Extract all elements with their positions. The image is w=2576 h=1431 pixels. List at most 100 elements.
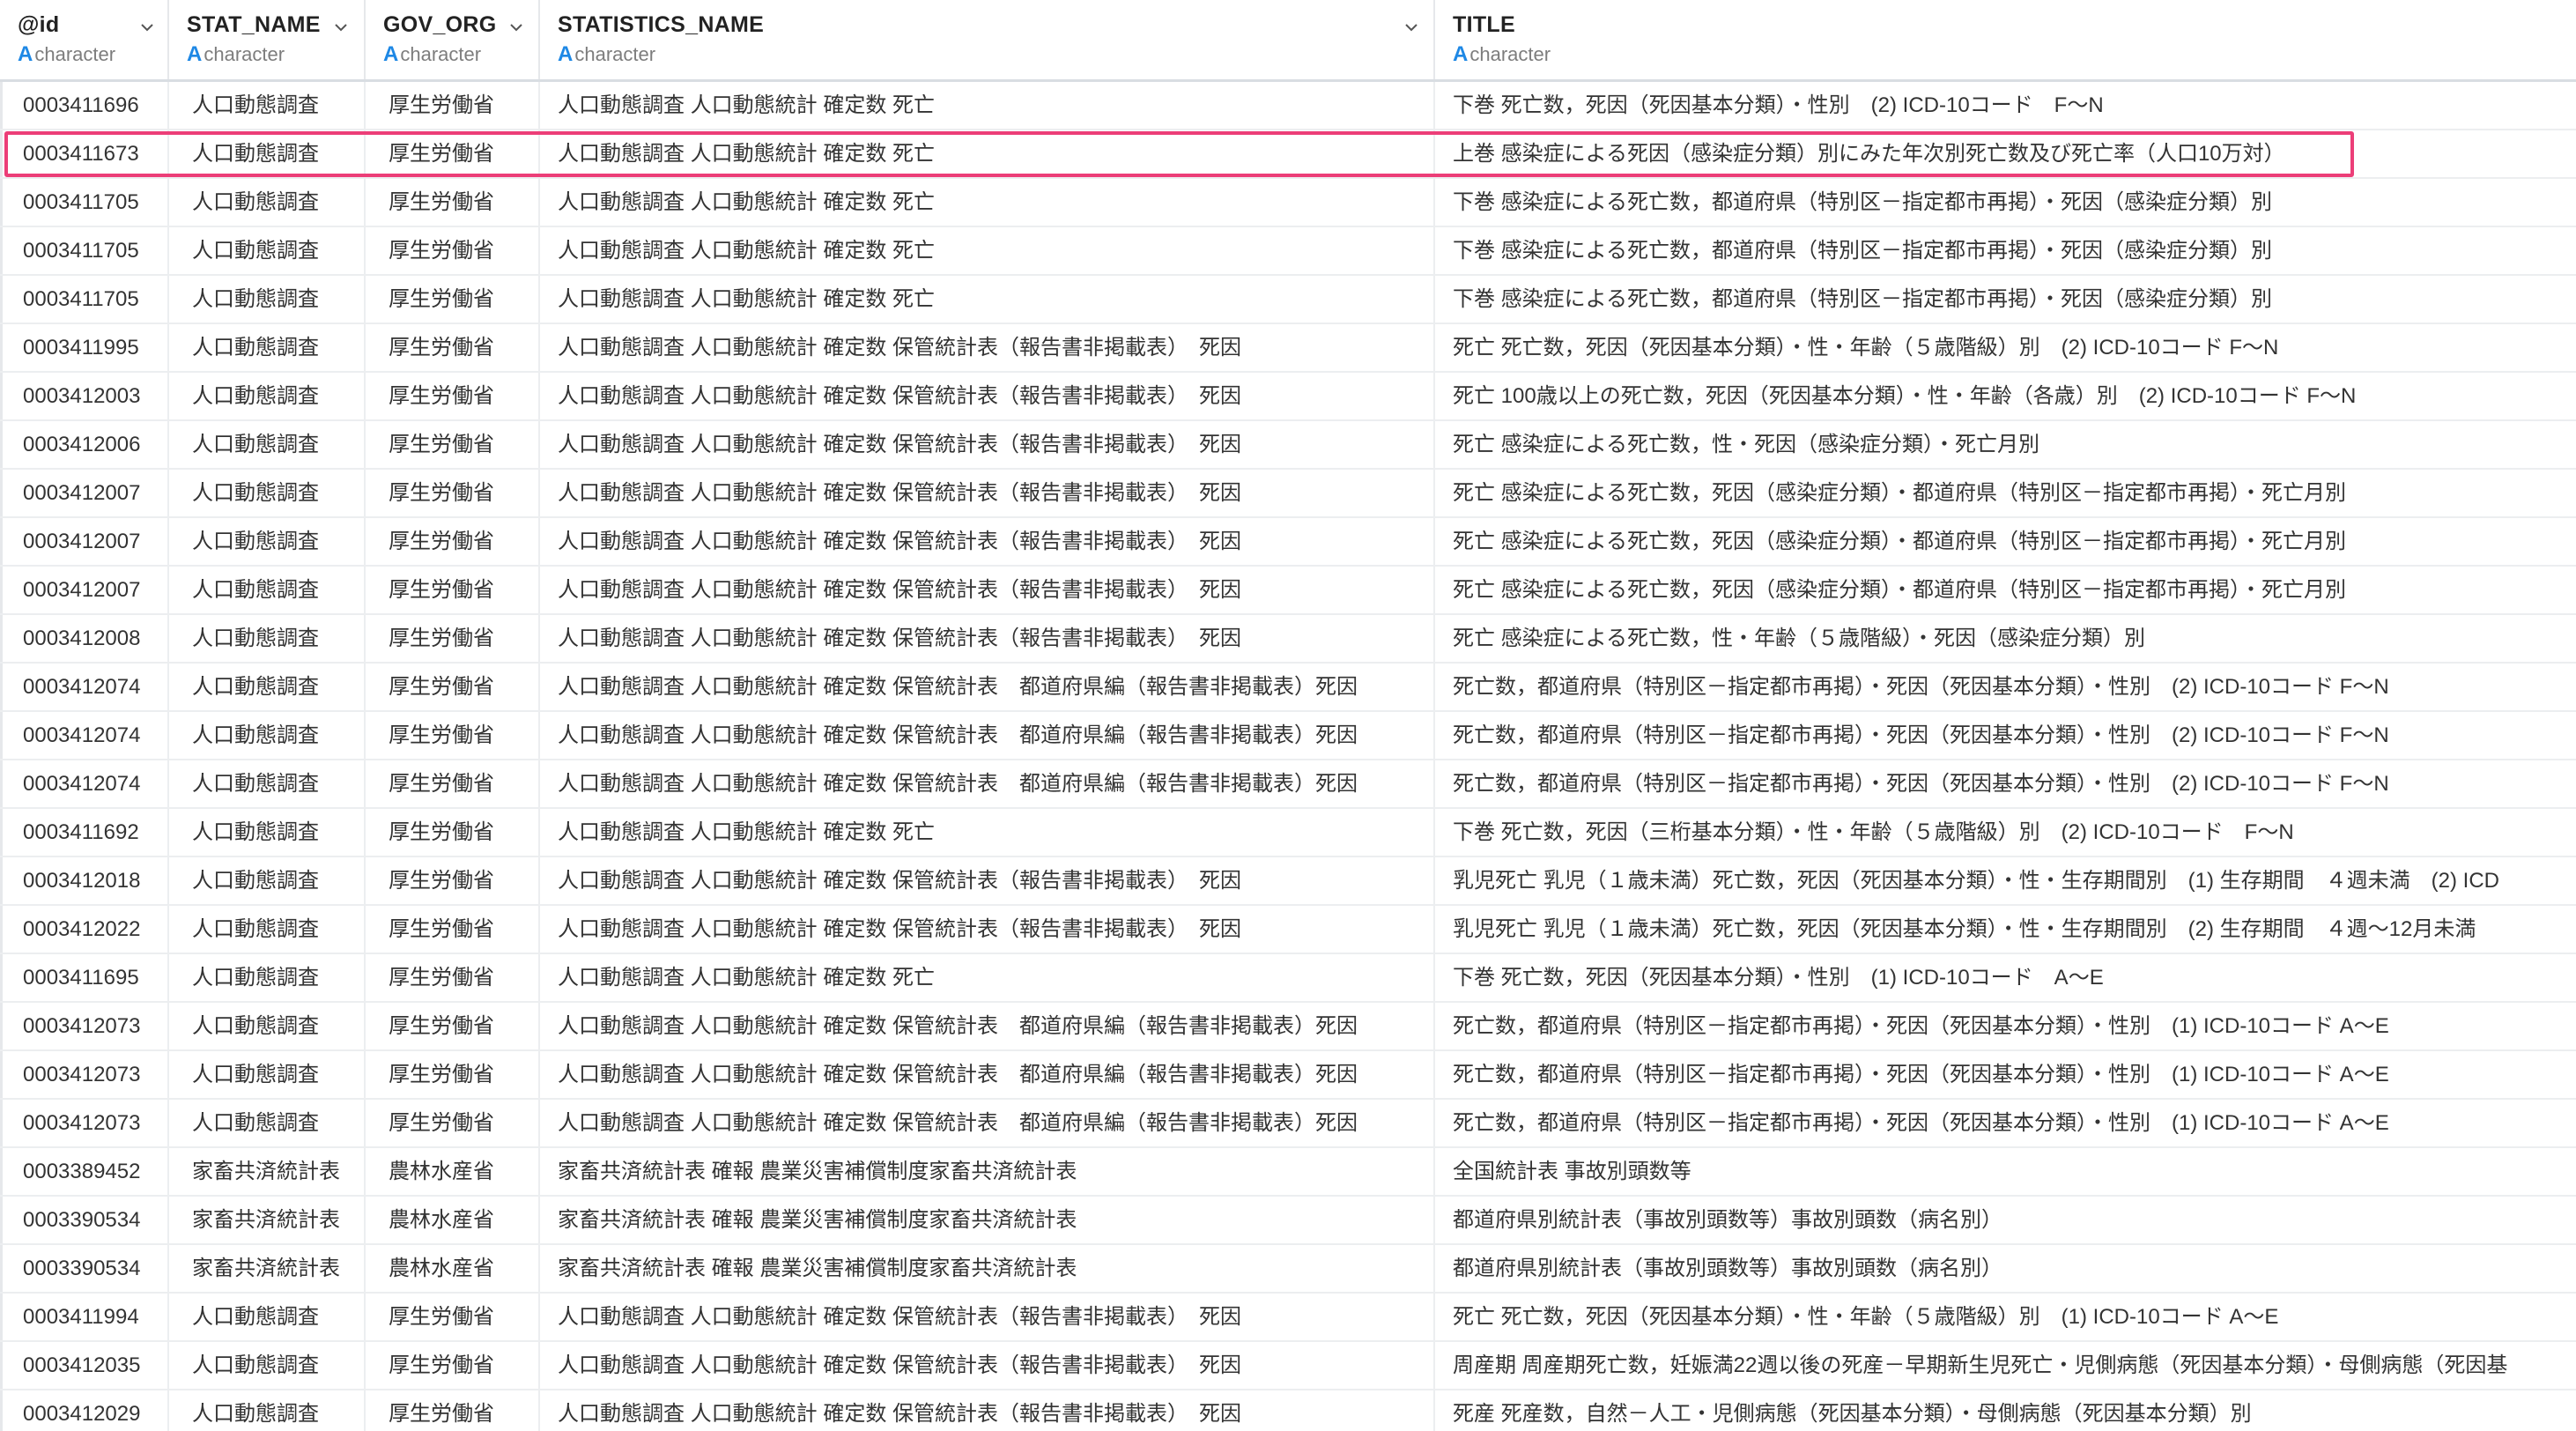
cell-gov-org[interactable]: 農林水産省 [366, 1148, 540, 1195]
cell-stat-name[interactable]: 人口動態調査 [169, 567, 366, 613]
table-row[interactable]: 0003411696 人口動態調査 厚生労働省 人口動態調査 人口動態統計 確定数 死… [0, 82, 2576, 130]
cell-id[interactable]: 0003412006 [0, 421, 169, 468]
cell-gov-org[interactable]: 厚生労働省 [366, 1051, 540, 1098]
column-header-title[interactable]: TITLE Acharacter [1435, 0, 2576, 79]
cell-gov-org[interactable]: 厚生労働省 [366, 760, 540, 807]
cell-stat-name[interactable]: 人口動態調査 [169, 470, 366, 516]
cell-title[interactable]: 乳児死亡 乳児（１歳未満）死亡数，死因（死因基本分類）・性・生存期間別 (2) … [1435, 906, 2576, 953]
cell-stat-name[interactable]: 人口動態調査 [169, 1100, 366, 1146]
table-row[interactable]: 0003412018 人口動態調査 厚生労働省 人口動態調査 人口動態統計 確定数 保… [0, 857, 2576, 906]
cell-id[interactable]: 0003411692 [0, 809, 169, 856]
cell-statistics-name[interactable]: 人口動態調査 人口動態統計 確定数 保管統計表 都道府県編（報告書非掲載表）死因 [540, 760, 1435, 807]
table-row[interactable]: 0003412074 人口動態調査 厚生労働省 人口動態調査 人口動態統計 確定数 保… [0, 664, 2576, 712]
cell-title[interactable]: 死亡数，都道府県（特別区－指定都市再掲）・死因（死因基本分類）・性別 (2) I… [1435, 760, 2576, 807]
cell-id[interactable]: 0003412035 [0, 1342, 169, 1389]
cell-gov-org[interactable]: 厚生労働省 [366, 470, 540, 516]
cell-title[interactable]: 死亡 感染症による死亡数，死因（感染症分類）・都道府県（特別区－指定都市再掲）・… [1435, 470, 2576, 516]
cell-stat-name[interactable]: 人口動態調査 [169, 906, 366, 953]
cell-stat-name[interactable]: 家畜共済統計表 [169, 1148, 366, 1195]
cell-title[interactable]: 死亡数，都道府県（特別区－指定都市再掲）・死因（死因基本分類）・性別 (2) I… [1435, 664, 2576, 710]
cell-statistics-name[interactable]: 人口動態調査 人口動態統計 確定数 保管統計表 都道府県編（報告書非掲載表）死因 [540, 1051, 1435, 1098]
cell-gov-org[interactable]: 厚生労働省 [366, 567, 540, 613]
cell-stat-name[interactable]: 人口動態調査 [169, 1342, 366, 1389]
table-row[interactable]: 0003412073 人口動態調査 厚生労働省 人口動態調査 人口動態統計 確定数 保… [0, 1051, 2576, 1100]
cell-id[interactable]: 0003412022 [0, 906, 169, 953]
table-row[interactable]: 0003412008 人口動態調査 厚生労働省 人口動態調査 人口動態統計 確定数 保… [0, 615, 2576, 664]
column-header-id[interactable]: @id Acharacter [0, 0, 169, 79]
cell-stat-name[interactable]: 人口動態調査 [169, 615, 366, 662]
cell-title[interactable]: 全国統計表 事故別頭数等 [1435, 1148, 2576, 1195]
cell-statistics-name[interactable]: 人口動態調査 人口動態統計 確定数 保管統計表（報告書非掲載表） 死因 [540, 1294, 1435, 1340]
column-header-gov-org[interactable]: GOV_ORG Acharacter [366, 0, 540, 79]
cell-gov-org[interactable]: 厚生労働省 [366, 1100, 540, 1146]
cell-title[interactable]: 下巻 死亡数，死因（死因基本分類）・性別 (1) ICD-10コード A～E [1435, 954, 2576, 1001]
cell-stat-name[interactable]: 人口動態調査 [169, 712, 366, 759]
table-row[interactable]: 0003411705 人口動態調査 厚生労働省 人口動態調査 人口動態統計 確定数 死… [0, 276, 2576, 324]
cell-stat-name[interactable]: 人口動態調査 [169, 809, 366, 856]
cell-id[interactable]: 0003412073 [0, 1051, 169, 1098]
cell-stat-name[interactable]: 人口動態調査 [169, 421, 366, 468]
chevron-down-icon[interactable] [333, 19, 349, 35]
cell-statistics-name[interactable]: 人口動態調査 人口動態統計 確定数 保管統計表（報告書非掲載表） 死因 [540, 373, 1435, 419]
cell-id[interactable]: 0003390534 [0, 1245, 169, 1292]
cell-title[interactable]: 都道府県別統計表（事故別頭数等）事故別頭数（病名別） [1435, 1197, 2576, 1243]
cell-gov-org[interactable]: 厚生労働省 [366, 906, 540, 953]
cell-statistics-name[interactable]: 人口動態調査 人口動態統計 確定数 保管統計表（報告書非掲載表） 死因 [540, 1390, 1435, 1431]
cell-statistics-name[interactable]: 人口動態調査 人口動態統計 確定数 保管統計表（報告書非掲載表） 死因 [540, 567, 1435, 613]
cell-statistics-name[interactable]: 人口動態調査 人口動態統計 確定数 死亡 [540, 130, 1435, 177]
cell-title[interactable]: 死亡数，都道府県（特別区－指定都市再掲）・死因（死因基本分類）・性別 (1) I… [1435, 1100, 2576, 1146]
cell-gov-org[interactable]: 厚生労働省 [366, 421, 540, 468]
cell-title[interactable]: 周産期 周産期死亡数，妊娠満22週以後の死産－早期新生児死亡・児側病態（死因基本… [1435, 1342, 2576, 1389]
cell-stat-name[interactable]: 人口動態調査 [169, 324, 366, 371]
table-row[interactable]: 0003411705 人口動態調査 厚生労働省 人口動態調査 人口動態統計 確定数 死… [0, 227, 2576, 276]
cell-gov-org[interactable]: 厚生労働省 [366, 1342, 540, 1389]
cell-id[interactable]: 0003412073 [0, 1003, 169, 1049]
cell-stat-name[interactable]: 人口動態調査 [169, 857, 366, 904]
cell-stat-name[interactable]: 人口動態調査 [169, 1390, 366, 1431]
cell-title[interactable]: 死亡数，都道府県（特別区－指定都市再掲）・死因（死因基本分類）・性別 (1) I… [1435, 1003, 2576, 1049]
cell-gov-org[interactable]: 厚生労働省 [366, 1003, 540, 1049]
table-row[interactable]: 0003412074 人口動態調査 厚生労働省 人口動態調査 人口動態統計 確定数 保… [0, 760, 2576, 809]
cell-id[interactable]: 0003390534 [0, 1197, 169, 1243]
table-row[interactable]: 0003412006 人口動態調査 厚生労働省 人口動態調査 人口動態統計 確定数 保… [0, 421, 2576, 470]
cell-stat-name[interactable]: 家畜共済統計表 [169, 1197, 366, 1243]
cell-gov-org[interactable]: 厚生労働省 [366, 954, 540, 1001]
cell-title[interactable]: 下巻 感染症による死亡数，都道府県（特別区－指定都市再掲）・死因（感染症分類）別 [1435, 227, 2576, 274]
table-row[interactable]: 0003412074 人口動態調査 厚生労働省 人口動態調査 人口動態統計 確定数 保… [0, 712, 2576, 760]
column-header-stat-name[interactable]: STAT_NAME Acharacter [169, 0, 366, 79]
cell-statistics-name[interactable]: 家畜共済統計表 確報 農業災害補償制度家畜共済統計表 [540, 1148, 1435, 1195]
cell-id[interactable]: 0003412018 [0, 857, 169, 904]
cell-id[interactable]: 0003411705 [0, 276, 169, 323]
cell-statistics-name[interactable]: 人口動態調査 人口動態統計 確定数 死亡 [540, 82, 1435, 129]
cell-title[interactable]: 上巻 感染症による死因（感染症分類）別にみた年次別死亡数及び死亡率（人口10万対… [1435, 130, 2576, 177]
cell-title[interactable]: 下巻 感染症による死亡数，都道府県（特別区－指定都市再掲）・死因（感染症分類）別 [1435, 179, 2576, 226]
cell-title[interactable]: 死亡 感染症による死亡数，死因（感染症分類）・都道府県（特別区－指定都市再掲）・… [1435, 518, 2576, 565]
cell-stat-name[interactable]: 人口動態調査 [169, 664, 366, 710]
cell-id[interactable]: 0003412007 [0, 518, 169, 565]
table-row[interactable]: 0003412035 人口動態調査 厚生労働省 人口動態調査 人口動態統計 確定数 保… [0, 1342, 2576, 1390]
cell-statistics-name[interactable]: 人口動態調査 人口動態統計 確定数 保管統計表（報告書非掲載表） 死因 [540, 518, 1435, 565]
cell-statistics-name[interactable]: 人口動態調査 人口動態統計 確定数 死亡 [540, 809, 1435, 856]
cell-stat-name[interactable]: 人口動態調査 [169, 760, 366, 807]
cell-id[interactable]: 0003411695 [0, 954, 169, 1001]
cell-gov-org[interactable]: 厚生労働省 [366, 857, 540, 904]
cell-statistics-name[interactable]: 人口動態調査 人口動態統計 確定数 保管統計表（報告書非掲載表） 死因 [540, 324, 1435, 371]
cell-statistics-name[interactable]: 人口動態調査 人口動態統計 確定数 死亡 [540, 227, 1435, 274]
cell-gov-org[interactable]: 農林水産省 [366, 1245, 540, 1292]
cell-gov-org[interactable]: 厚生労働省 [366, 809, 540, 856]
cell-id[interactable]: 0003411995 [0, 324, 169, 371]
cell-title[interactable]: 下巻 死亡数，死因（三桁基本分類）・性・年齢（５歳階級）別 (2) ICD-10… [1435, 809, 2576, 856]
cell-gov-org[interactable]: 厚生労働省 [366, 1294, 540, 1340]
cell-statistics-name[interactable]: 人口動態調査 人口動態統計 確定数 保管統計表（報告書非掲載表） 死因 [540, 1342, 1435, 1389]
table-row[interactable]: 0003389452 家畜共済統計表 農林水産省 家畜共済統計表 確報 農業災害補償制… [0, 1148, 2576, 1197]
cell-id[interactable]: 0003412003 [0, 373, 169, 419]
cell-statistics-name[interactable]: 人口動態調査 人口動態統計 確定数 保管統計表 都道府県編（報告書非掲載表）死因 [540, 712, 1435, 759]
table-row[interactable]: 0003411673 人口動態調査 厚生労働省 人口動態調査 人口動態統計 確定数 死… [0, 130, 2576, 179]
cell-stat-name[interactable]: 人口動態調査 [169, 954, 366, 1001]
cell-id[interactable]: 0003412029 [0, 1390, 169, 1431]
table-row[interactable]: 0003390534 家畜共済統計表 農林水産省 家畜共済統計表 確報 農業災害補償制… [0, 1245, 2576, 1294]
cell-statistics-name[interactable]: 家畜共済統計表 確報 農業災害補償制度家畜共済統計表 [540, 1245, 1435, 1292]
cell-statistics-name[interactable]: 人口動態調査 人口動態統計 確定数 死亡 [540, 179, 1435, 226]
cell-gov-org[interactable]: 厚生労働省 [366, 130, 540, 177]
cell-title[interactable]: 下巻 死亡数，死因（死因基本分類）・性別 (2) ICD-10コード F～N [1435, 82, 2576, 129]
